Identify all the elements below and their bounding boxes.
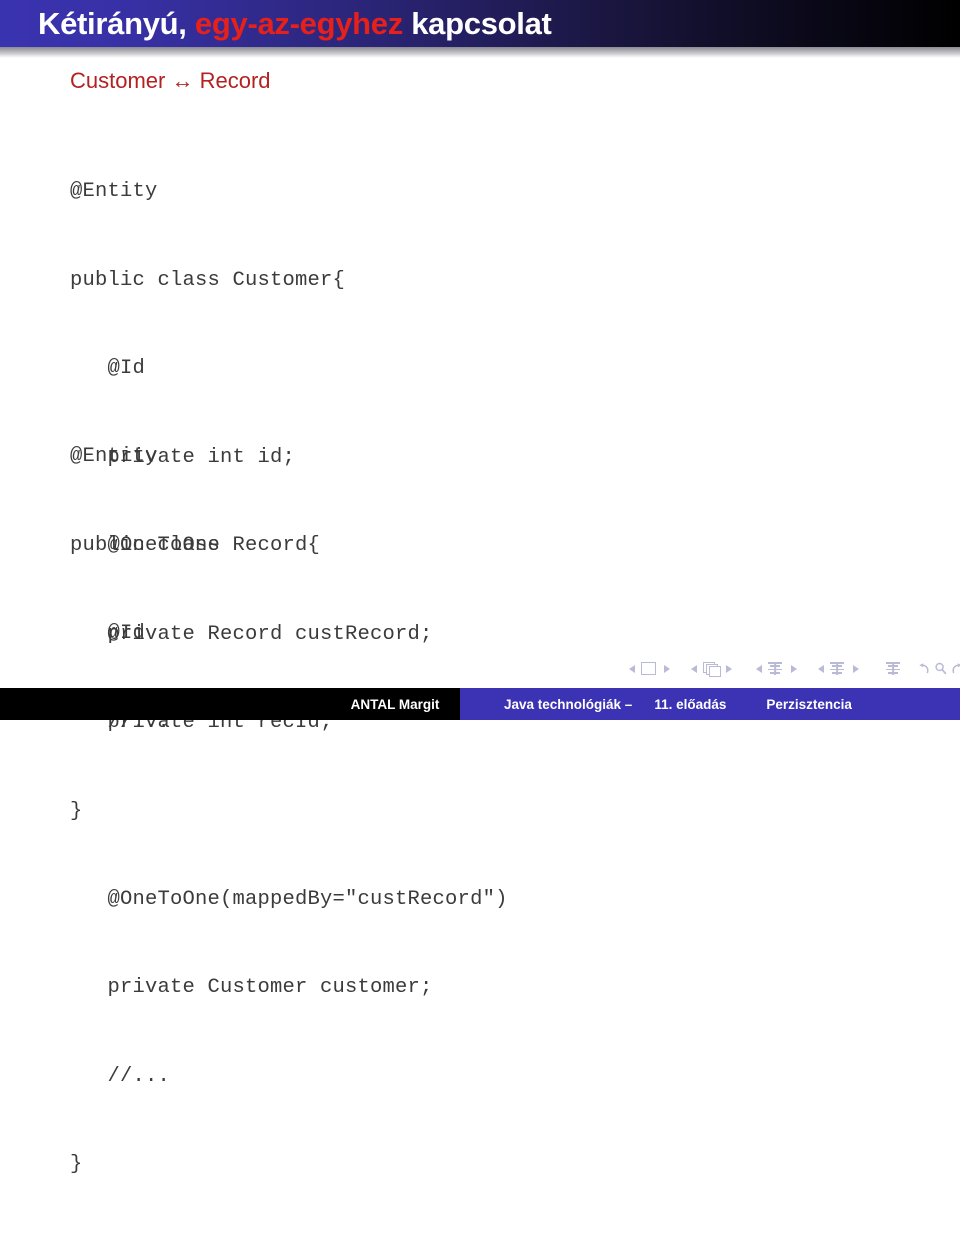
code-line: } <box>70 1153 83 1176</box>
code-line: @Entity <box>70 445 158 468</box>
page-title: Kétirányú, egy-az-egyhez kapcsolat <box>38 3 552 45</box>
slide-title-bar: Kétirányú, egy-az-egyhez kapcsolat <box>0 0 960 47</box>
code-line: public class Record{ <box>70 533 321 557</box>
code-block-record: @Entity public class Record{ @Id private… <box>70 383 508 1239</box>
next-section-icon[interactable] <box>852 663 861 675</box>
nav-group-frame <box>690 655 734 683</box>
code-line: @Entity <box>70 180 158 203</box>
nav-group-history <box>916 655 960 683</box>
code-line: @OneToOne(mappedBy="custRecord") <box>70 887 508 911</box>
code-line: //... <box>70 1064 171 1088</box>
prev-slide-icon[interactable] <box>628 663 637 675</box>
search-icon[interactable] <box>933 660 948 678</box>
nav-group-document <box>886 655 904 683</box>
nav-group-slide <box>628 655 672 683</box>
code-line: @Id <box>70 622 146 645</box>
footer-lecture-number: 11. előadás <box>654 696 727 712</box>
title-part-1: Kétirányú, <box>38 6 195 41</box>
prev-subsection-icon[interactable] <box>755 663 764 675</box>
title-bar-shadow <box>0 47 960 58</box>
back-icon[interactable] <box>916 660 931 678</box>
subsection-icon[interactable] <box>768 662 786 676</box>
footer-course-title: Java technológiák – <box>504 696 633 712</box>
code-line: private Customer customer; <box>70 976 433 999</box>
slide-icon[interactable] <box>641 662 659 676</box>
beamer-navigation-bar <box>0 655 960 683</box>
next-subsection-icon[interactable] <box>790 663 799 675</box>
forward-icon[interactable] <box>950 660 960 678</box>
next-slide-icon[interactable] <box>663 663 672 675</box>
title-part-3: kapcsolat <box>402 6 552 41</box>
prev-section-icon[interactable] <box>817 663 826 675</box>
title-part-highlight: egy-az-egyhez <box>194 6 403 41</box>
section-icon[interactable] <box>830 662 848 676</box>
prev-frame-icon[interactable] <box>690 663 699 675</box>
footer-info: Java technológiák – 11. előadás Perziszt… <box>460 688 960 720</box>
footer-author: ANTAL Margit <box>330 688 460 720</box>
next-frame-icon[interactable] <box>725 663 734 675</box>
code-line: public class Customer{ <box>70 268 346 292</box>
footer-section-name: Perzisztencia <box>766 696 852 712</box>
slide-root: Kétirányú, egy-az-egyhez kapcsolat Custo… <box>0 0 960 1176</box>
frame-icon[interactable] <box>703 662 721 677</box>
slide-subtitle: Customer ↔ Record <box>70 68 271 93</box>
code-line: @Id <box>70 357 146 380</box>
nav-group-section <box>817 655 861 683</box>
nav-group-subsection <box>755 655 799 683</box>
slide-footer: ANTAL Margit Java technológiák – 11. elő… <box>0 688 960 720</box>
document-icon[interactable] <box>886 662 904 676</box>
